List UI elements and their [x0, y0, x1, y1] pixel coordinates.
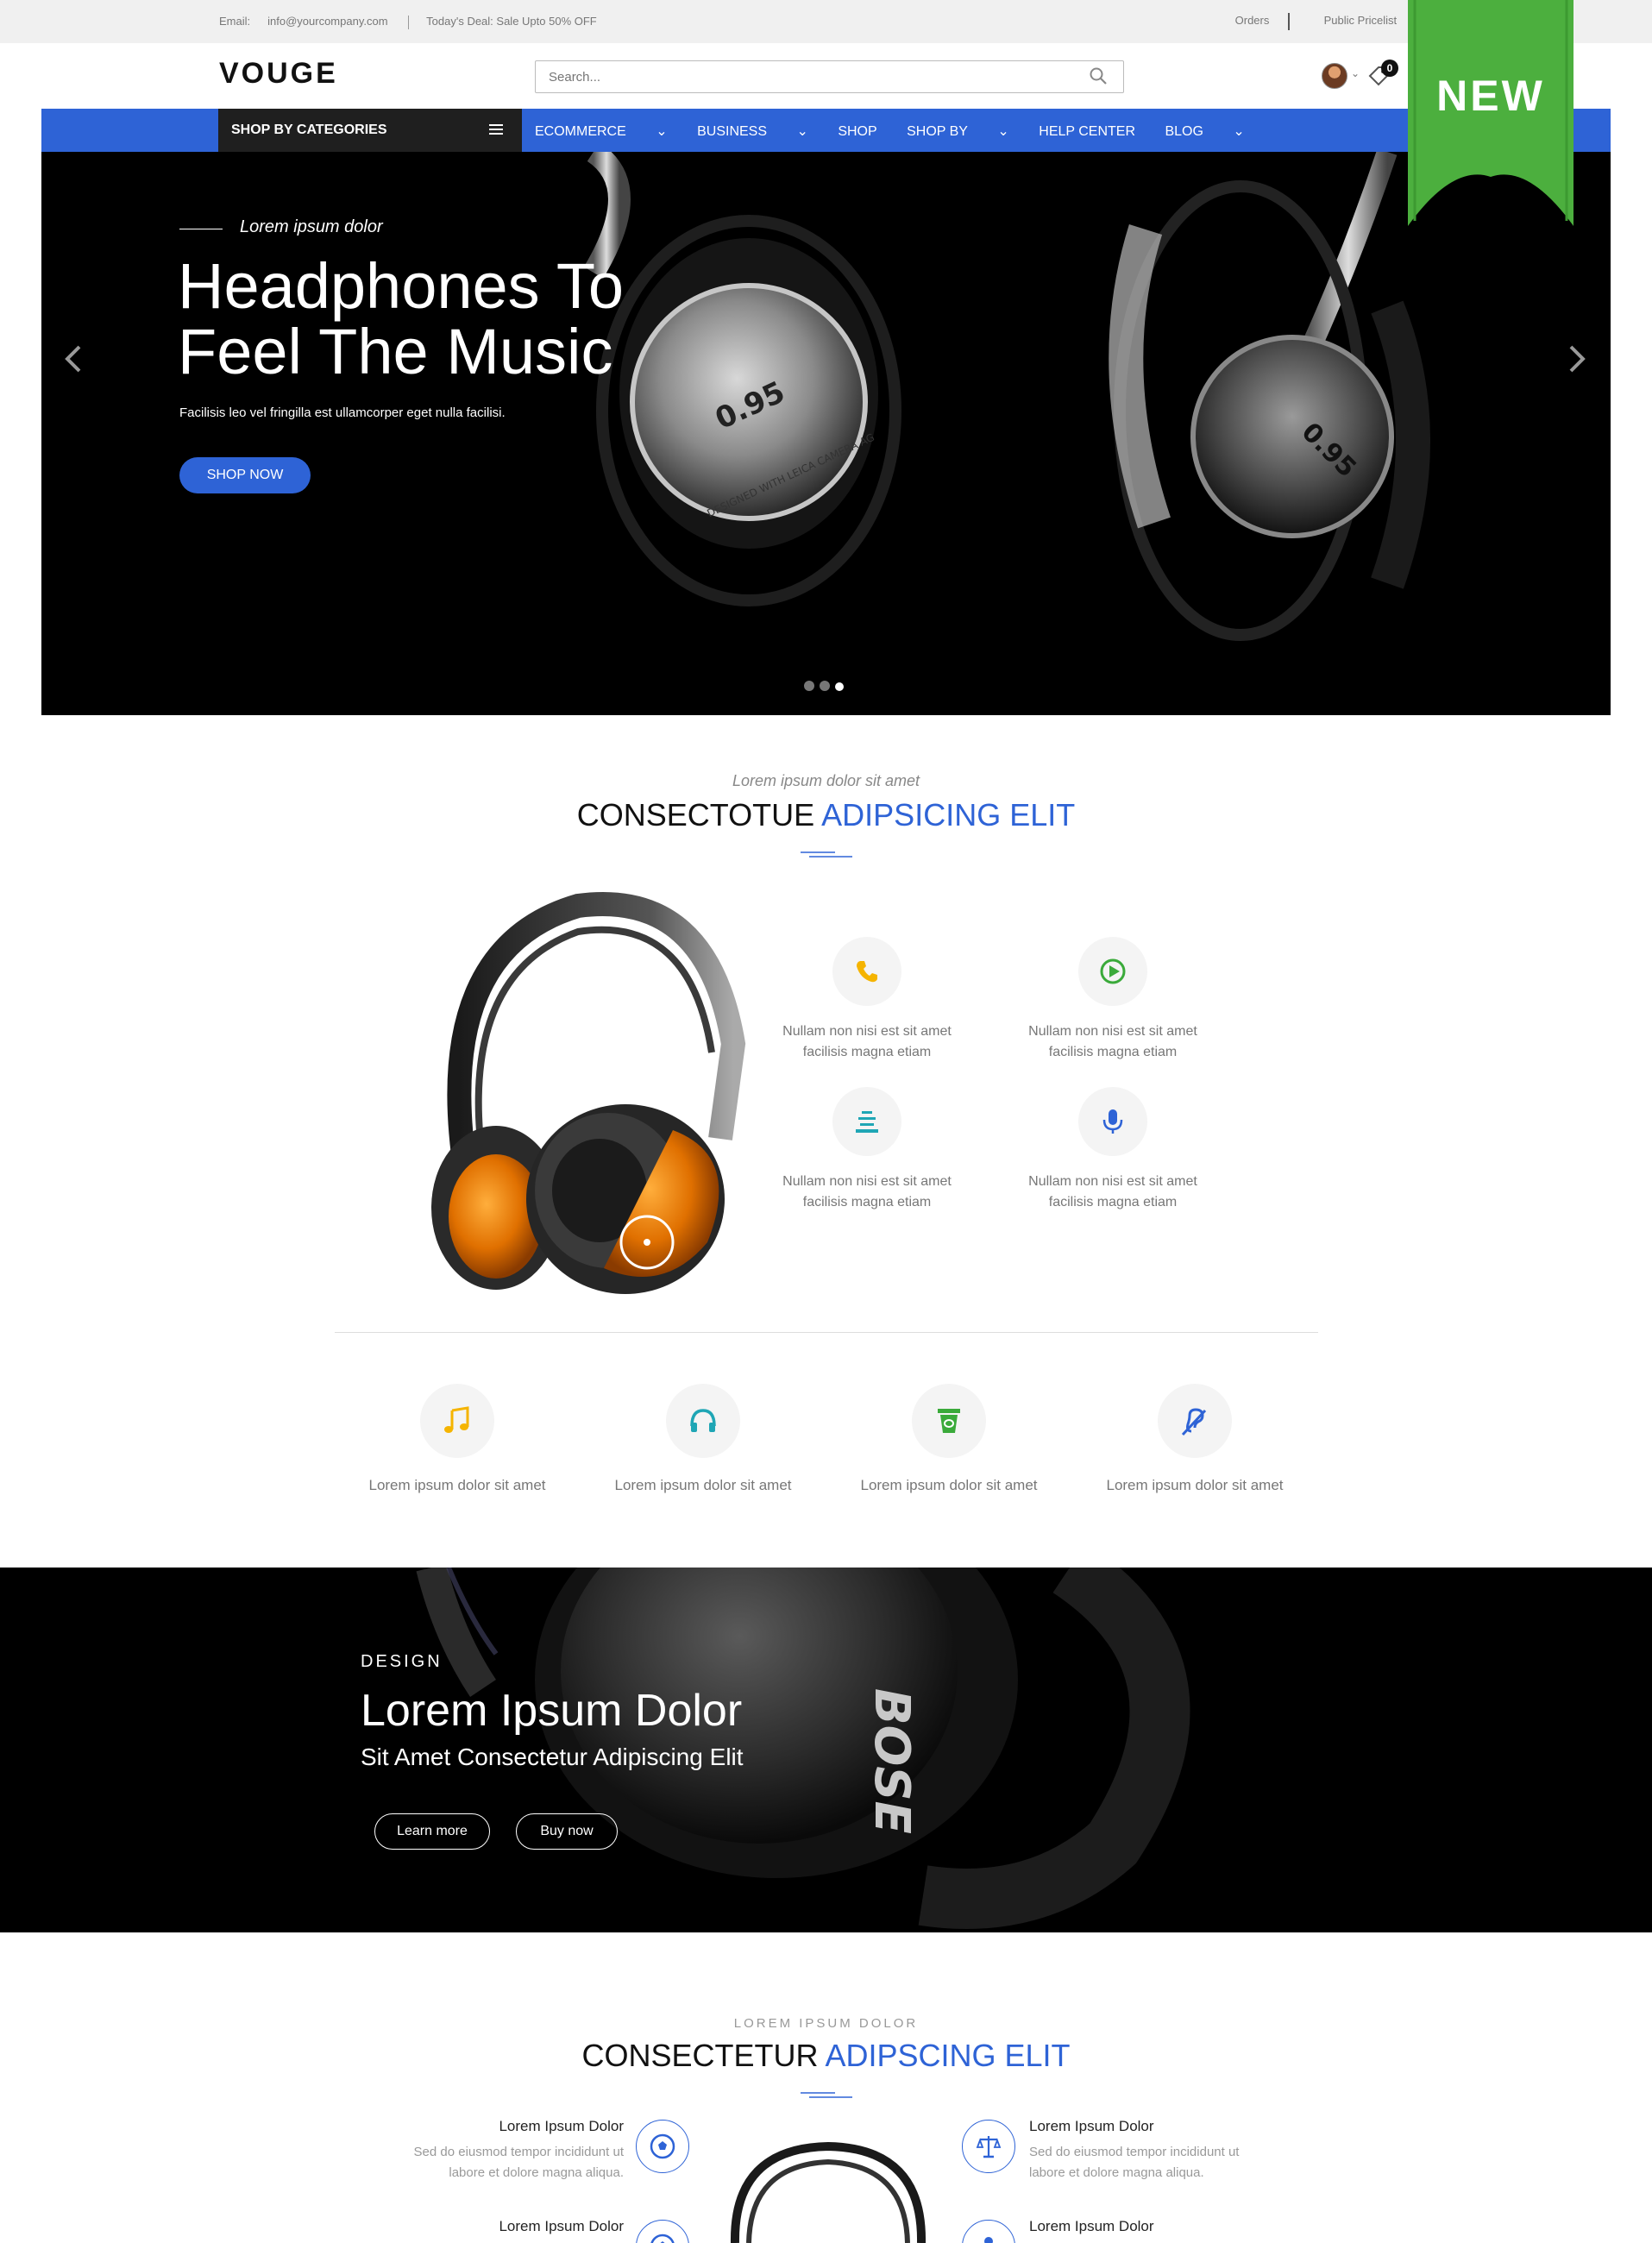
- feature-item: Lorem Ipsum Dolor Sed do eiusmod tempor …: [1029, 2118, 1240, 2180]
- nav-item-shop-by[interactable]: SHOP BY ⌄: [907, 124, 1009, 139]
- logo[interactable]: VOUGE: [219, 57, 338, 91]
- feature-item: Nullam non nisi est sit amet facilisis m…: [772, 937, 962, 1063]
- deal-text: Today's Deal: Sale Upto 50% OFF: [426, 15, 597, 28]
- slider-dot-active[interactable]: [835, 682, 844, 691]
- black-headphones-image: [730, 2141, 927, 2243]
- nav-item-help-center[interactable]: HELP CENTER: [1039, 124, 1135, 139]
- nav-item-blog[interactable]: BLOG: [1165, 124, 1203, 139]
- divider: [1288, 13, 1290, 30]
- title-underline: [801, 851, 852, 858]
- feature-icon-circle: [636, 2120, 689, 2173]
- hero-subtitle: Facilisis leo vel fringilla est ullamcor…: [179, 405, 506, 420]
- learn-more-button[interactable]: Learn more: [374, 1813, 490, 1850]
- feature-icon-circle: [1078, 937, 1147, 1006]
- email-label: Email:: [219, 15, 251, 28]
- feature-item: Lorem ipsum dolor sit amet: [837, 1384, 1061, 1494]
- feature-icon-circle: [962, 2120, 1015, 2173]
- feature-icon-circle: [1158, 1384, 1232, 1458]
- phone-icon: [857, 961, 877, 983]
- nav-item-business[interactable]: BUSINESS ⌄: [697, 124, 808, 139]
- avatar[interactable]: [1322, 63, 1347, 89]
- feature-item: Lorem Ipsum Dolor: [499, 2218, 624, 2234]
- feature-icon-circle: [962, 2220, 1015, 2243]
- buy-now-button[interactable]: Buy now: [516, 1813, 618, 1850]
- feature-icon-circle: [420, 1384, 494, 1458]
- banner-title: Lorem Ipsum Dolor: [361, 1686, 743, 1736]
- feature-item: Lorem ipsum dolor sit amet: [345, 1384, 569, 1494]
- bose-brand-mark: BOSE: [864, 1688, 920, 1834]
- play-icon: [1100, 958, 1126, 984]
- categories-label: SHOP BY CATEGORIES: [231, 123, 387, 137]
- hero-slider: 0.95 DESIGNED WITH LEICA CAMERA AG 0.95 …: [41, 152, 1611, 715]
- cart-count-badge: 0: [1381, 60, 1398, 77]
- feature-icon-circle: [832, 1087, 901, 1156]
- chevron-right-icon[interactable]: [1564, 342, 1590, 376]
- feature-item: Lorem Ipsum Dolor: [1029, 2218, 1154, 2234]
- main-nav: SHOP BY CATEGORIES ECOMMERCE ⌄ BUSINESS …: [41, 109, 1611, 152]
- chevron-down-icon[interactable]: ⌄: [1351, 67, 1360, 79]
- soccer-ball-icon: [650, 2133, 675, 2159]
- feature-icon-circle: [832, 937, 901, 1006]
- section-title: CONSECTETUR ADIPSCING ELIT: [581, 2038, 1071, 2073]
- slider-dot[interactable]: [820, 681, 830, 691]
- banner-subtitle: Sit Amet Consectetur Adipiscing Elit: [361, 1744, 744, 1770]
- feature-item: Nullam non nisi est sit amet facilisis m…: [772, 1087, 962, 1213]
- divider: [335, 1332, 1318, 1333]
- bose-headphones-image: BOSE: [416, 1568, 1190, 1929]
- microphone-icon: [1102, 1109, 1123, 1134]
- section-eyebrow: LOREM IPSUM DOLOR: [733, 2016, 919, 2031]
- hero-title: Headphones To Feel The Music: [178, 250, 625, 387]
- slider-dot[interactable]: [804, 681, 814, 691]
- nav-more-dropdown[interactable]: ⌄: [1233, 124, 1244, 139]
- slider-dots: [804, 680, 849, 695]
- banner-eyebrow: DESIGN: [361, 1652, 443, 1671]
- section-title: CONSECTOTUE ADIPSICING ELIT: [576, 797, 1076, 832]
- feature-item: Lorem Ipsum Dolor Sed do eiusmod tempor …: [413, 2118, 624, 2180]
- feature-item: Lorem ipsum dolor sit amet: [591, 1384, 815, 1494]
- divider: [408, 15, 410, 29]
- nav-menu: ECOMMERCE ⌄ BUSINESS ⌄ SHOP SHOP BY ⌄ HE…: [535, 123, 1271, 140]
- hearing-icon: [1181, 1408, 1207, 1436]
- stack-icon: [856, 1111, 878, 1133]
- search-icon[interactable]: [1089, 66, 1108, 85]
- email-link[interactable]: info@yourcompany.com: [267, 15, 387, 28]
- person-icon: [984, 2237, 993, 2243]
- hero-eyebrow: Lorem ipsum dolor: [240, 217, 383, 236]
- feature-item: Nullam non nisi est sit amet facilisis m…: [1018, 937, 1208, 1063]
- nav-item-ecommerce[interactable]: ECOMMERCE ⌄: [535, 124, 668, 139]
- shop-now-button[interactable]: SHOP NOW: [179, 457, 311, 493]
- scale-icon: [976, 2136, 1002, 2158]
- shop-by-categories-button[interactable]: SHOP BY CATEGORIES: [218, 109, 522, 152]
- bin-icon: [938, 1409, 960, 1433]
- top-bar: Email: info@yourcompany.com Today's Deal:…: [0, 0, 1652, 43]
- top-bar-contact: Email: info@yourcompany.com Today's Deal:…: [219, 15, 614, 29]
- new-ribbon-label: NEW: [1436, 72, 1545, 120]
- orders-link[interactable]: Orders: [1235, 14, 1270, 27]
- music-note-icon: [444, 1406, 469, 1433]
- hamburger-icon: [489, 124, 503, 135]
- header: VOUGE ⌄ 0: [0, 43, 1652, 109]
- nav-item-shop[interactable]: SHOP: [838, 124, 876, 139]
- feature-icon-circle: [636, 2220, 689, 2243]
- orange-headphones-image: [431, 892, 746, 1294]
- feature-icon-circle: [912, 1384, 986, 1458]
- feature-icon-circle: [666, 1384, 740, 1458]
- chevron-left-icon[interactable]: [60, 342, 86, 376]
- section-eyebrow: Lorem ipsum dolor sit amet: [732, 772, 920, 789]
- feature-item: Lorem ipsum dolor sit amet: [1083, 1384, 1307, 1494]
- soccer-ball-icon: [650, 2234, 675, 2243]
- feature-item: Nullam non nisi est sit amet facilisis m…: [1018, 1087, 1208, 1213]
- promo-banner: BOSE DESIGN Lorem Ipsum Dolor Sit Amet C…: [0, 1568, 1652, 1932]
- title-underline: [801, 2092, 852, 2098]
- headphones-icon: [690, 1409, 716, 1432]
- feature-icon-circle: [1078, 1087, 1147, 1156]
- search-input[interactable]: [535, 60, 1124, 93]
